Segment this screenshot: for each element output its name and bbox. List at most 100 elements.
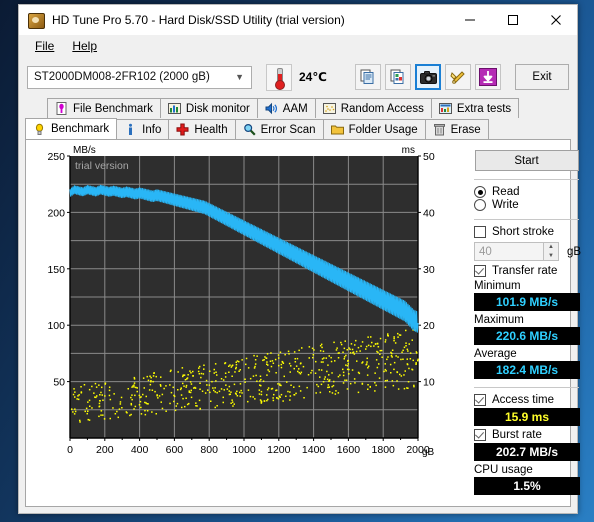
spin-down-icon[interactable]: ▼ [544, 252, 558, 261]
svg-text:1600: 1600 [337, 444, 361, 456]
minimum-value: 101.9 MB/s [474, 293, 580, 311]
svg-text:600: 600 [166, 444, 184, 456]
hd-tune-window: HD Tune Pro 5.70 - Hard Disk/SSD Utility… [18, 4, 581, 514]
svg-text:1400: 1400 [302, 444, 326, 456]
svg-text:30: 30 [423, 264, 435, 276]
tab-random-access[interactable]: Random Access [314, 98, 432, 118]
tab-folder-usage[interactable]: Folder Usage [322, 119, 426, 139]
file-benchmark-icon [55, 102, 68, 115]
chevron-down-icon: ▼ [235, 72, 244, 82]
average-label: Average [474, 348, 517, 360]
checkbox-transfer-rate[interactable]: Transfer rate [474, 265, 581, 277]
radio-read[interactable]: Read [474, 186, 581, 198]
svg-text:1000: 1000 [232, 444, 256, 456]
svg-text:50: 50 [423, 151, 435, 163]
checkbox-short-stroke[interactable]: Short stroke [474, 226, 581, 238]
desktop-background: HD Tune Pro 5.70 - Hard Disk/SSD Utility… [0, 0, 594, 522]
toolbar-buttons: Exit [355, 64, 569, 90]
tab-benchmark[interactable]: Benchmark [25, 118, 118, 139]
download-arrow-icon [479, 68, 497, 86]
svg-text:10: 10 [423, 377, 435, 389]
copy-image-icon [390, 69, 404, 84]
exit-button[interactable]: Exit [515, 64, 569, 90]
lightbulb-icon [33, 123, 46, 136]
tab-error-scan[interactable]: Error Scan [234, 119, 324, 139]
svg-text:100: 100 [47, 320, 65, 332]
menu-help[interactable]: Help [63, 37, 106, 55]
window-title: HD Tune Pro 5.70 - Hard Disk/SSD Utility… [52, 13, 345, 27]
svg-text:2000: 2000 [406, 444, 430, 456]
temperature-value: 24℃ [299, 70, 327, 84]
cpu-usage-value: 1.5% [474, 477, 580, 495]
screenshot-button[interactable] [415, 64, 441, 90]
svg-text:200: 200 [96, 444, 114, 456]
tab-aam[interactable]: AAM [256, 98, 316, 118]
divider [474, 219, 580, 220]
benchmark-chart-container: MB/s ms gB trial version 50 100 150 200 250 … [26, 140, 466, 506]
radio-write[interactable]: Write [474, 199, 581, 211]
wrench-button[interactable] [445, 64, 471, 90]
svg-text:1800: 1800 [372, 444, 396, 456]
short-stroke-spin-buttons[interactable]: ▲ ▼ [544, 242, 559, 261]
svg-text:200: 200 [47, 207, 65, 219]
checkbox-short-stroke-label: Short stroke [492, 226, 554, 238]
tab-info[interactable]: Info [116, 119, 170, 139]
tab-health[interactable]: Health [168, 119, 236, 139]
tab-disk-monitor[interactable]: Disk monitor [159, 98, 258, 118]
tab-disk-monitor-label: Disk monitor [185, 102, 250, 115]
minimum-label: Minimum [474, 280, 521, 292]
menu-file[interactable]: File [26, 37, 63, 55]
tab-extra-tests[interactable]: Extra tests [430, 98, 520, 118]
svg-text:1200: 1200 [267, 444, 291, 456]
tab-row-2: Benchmark Info Health Error Scan Folder … [25, 118, 571, 139]
short-stroke-stepper[interactable]: 40 ▲ ▼ gB [474, 242, 581, 261]
svg-text:40: 40 [423, 207, 435, 219]
folder-icon [330, 123, 344, 136]
temperature-display: 24℃ [266, 63, 327, 91]
divider [474, 179, 580, 180]
start-button[interactable]: Start [474, 150, 579, 171]
checkbox-transfer-rate-label: Transfer rate [492, 265, 558, 277]
short-stroke-input[interactable]: 40 [474, 242, 544, 261]
close-button[interactable] [534, 5, 577, 35]
tab-file-benchmark[interactable]: File Benchmark [47, 98, 161, 118]
access-time-value: 15.9 ms [474, 408, 580, 426]
magnifier-icon [243, 123, 256, 136]
checkbox-burst-rate[interactable]: Burst rate [474, 429, 581, 441]
chart-svg: MB/s ms gB trial version 50100150200250 … [47, 145, 435, 458]
drive-select[interactable]: ST2000DM008-2FR102 (2000 gB) ▼ [27, 65, 252, 89]
menu-file-label: File [35, 39, 55, 53]
copy-text-button[interactable] [355, 64, 381, 90]
minimize-button[interactable] [448, 5, 491, 35]
radio-write-label: Write [492, 199, 519, 211]
tab-file-benchmark-label: File Benchmark [73, 102, 153, 115]
copy-document-icon [360, 69, 374, 84]
average-value: 182.4 MB/s [474, 361, 580, 379]
tab-erase[interactable]: Erase [424, 119, 489, 139]
toolbar: ST2000DM008-2FR102 (2000 gB) ▼ 24℃ Exit [19, 57, 577, 97]
checkbox-access-time[interactable]: Access time [474, 394, 581, 406]
scatter-icon [322, 102, 336, 115]
window-controls [448, 5, 577, 35]
cpu-usage-label: CPU usage [474, 464, 533, 476]
save-button[interactable] [475, 64, 501, 90]
maximize-button[interactable] [491, 5, 534, 35]
svg-text:150: 150 [47, 264, 65, 276]
thermometer-icon [266, 63, 292, 91]
tab-health-label: Health [194, 123, 228, 136]
trash-icon [433, 123, 446, 136]
speaker-icon [265, 102, 278, 115]
svg-text:ms: ms [402, 145, 415, 156]
tab-folder-usage-label: Folder Usage [348, 123, 418, 136]
spin-up-icon[interactable]: ▲ [544, 243, 558, 252]
checkbox-short-stroke-box [474, 226, 486, 238]
checkbox-burst-rate-box [474, 429, 486, 441]
tab-random-access-label: Random Access [340, 102, 424, 115]
svg-text:400: 400 [131, 444, 149, 456]
tab-info-label: Info [142, 123, 162, 136]
copy-image-button[interactable] [385, 64, 411, 90]
radio-read-label: Read [492, 186, 520, 198]
maximum-label: Maximum [474, 314, 524, 326]
svg-text:20: 20 [423, 320, 435, 332]
benchmark-panel: MB/s ms gB trial version 50 100 150 200 250 … [25, 139, 581, 507]
